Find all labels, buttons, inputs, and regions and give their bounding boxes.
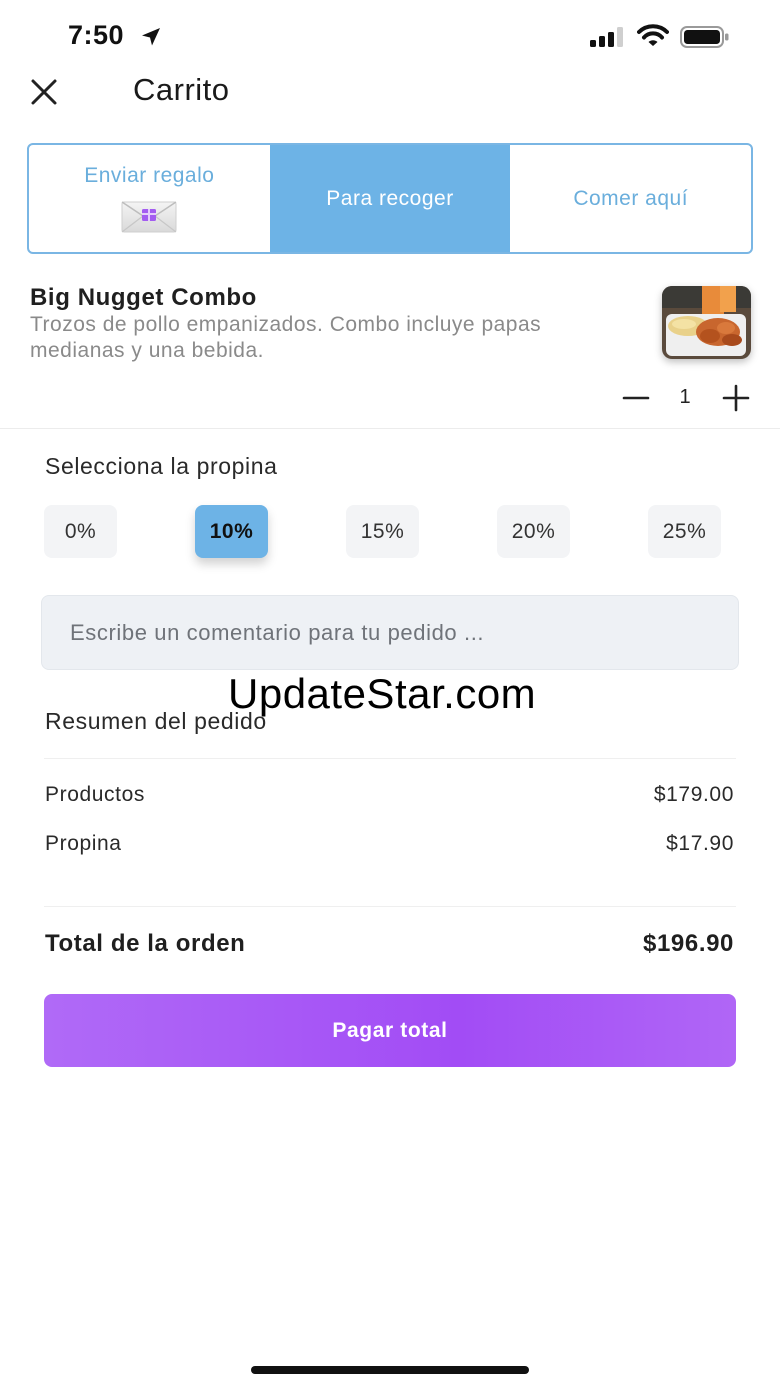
total-value: $196.90: [643, 930, 734, 957]
divider: [44, 906, 736, 907]
watermark: UpdateStar.com: [228, 670, 537, 717]
summary-row-label: Productos: [45, 783, 145, 806]
divider: [44, 758, 736, 759]
pay-total-button[interactable]: Pagar total: [44, 994, 736, 1067]
minus-icon: [622, 396, 650, 400]
status-time: 7:50: [68, 20, 125, 50]
close-button[interactable]: [26, 74, 62, 110]
segment-label: Enviar regalo: [84, 163, 215, 187]
segment-comer-aqui[interactable]: Comer aquí: [510, 145, 751, 252]
segment-label: Comer aquí: [573, 186, 689, 210]
quantity-decrease-button[interactable]: [620, 382, 652, 414]
summary-row-value: $17.90: [666, 832, 734, 855]
tip-option-20[interactable]: 20%: [497, 505, 570, 558]
segment-para-recoger[interactable]: Para recoger: [269, 145, 511, 252]
order-comment-input[interactable]: [41, 595, 739, 670]
product-description: Trozos de pollo empanizados. Combo inclu…: [30, 313, 542, 362]
tip-option-10[interactable]: 10%: [195, 505, 268, 558]
wifi-icon: [637, 24, 669, 46]
tip-option-0[interactable]: 0%: [44, 505, 117, 558]
segment-label: Para recoger: [326, 186, 454, 210]
summary-row-value: $179.00: [653, 783, 734, 806]
location-arrow-icon: [142, 28, 160, 46]
nuggets-combo-photo: [662, 286, 751, 359]
gift-envelope-icon: [121, 200, 177, 232]
page-title: Carrito: [133, 72, 230, 107]
total-label: Total de la orden: [45, 930, 246, 957]
order-type-selector: Enviar regalo Para recoger Comer aquí: [27, 143, 753, 254]
tip-option-15[interactable]: 15%: [346, 505, 419, 558]
divider: [0, 428, 780, 429]
tip-option-25[interactable]: 25%: [648, 505, 721, 558]
tip-heading: Selecciona la propina: [45, 453, 278, 479]
product-image[interactable]: [662, 286, 751, 359]
plus-icon: [722, 384, 750, 412]
quantity-increase-button[interactable]: [720, 382, 752, 414]
product-name: Big Nugget Combo: [30, 284, 257, 311]
summary-row-label: Propina: [45, 832, 122, 855]
segment-enviar-regalo[interactable]: Enviar regalo: [29, 145, 270, 252]
home-indicator[interactable]: [251, 1366, 529, 1374]
signal-icon: [590, 27, 623, 47]
quantity-value: 1: [679, 386, 691, 408]
battery-icon: [680, 26, 729, 48]
status-bar: 7:50: [0, 0, 780, 72]
close-icon: [31, 79, 57, 105]
